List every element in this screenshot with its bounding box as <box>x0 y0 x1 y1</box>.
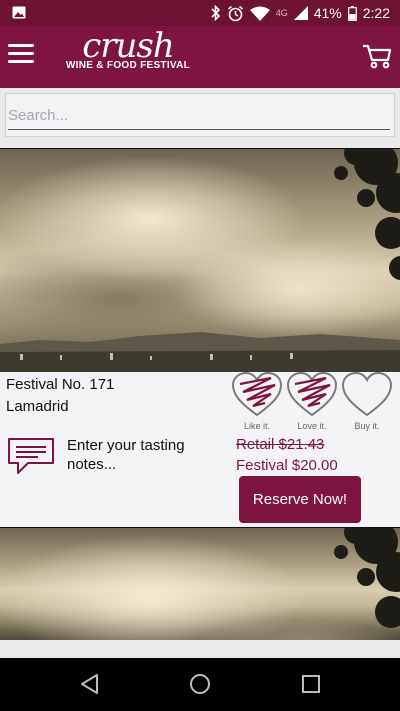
heart-icon <box>231 371 283 417</box>
logo: crush WINE & FOOD FESTIVAL <box>62 28 194 84</box>
cart-icon[interactable] <box>362 40 392 70</box>
back-icon[interactable] <box>78 672 102 696</box>
status-icons: 4G 41% 2:22 <box>211 4 390 22</box>
wifi-icon <box>249 6 270 21</box>
listing-photo <box>0 528 400 640</box>
search-bar <box>5 93 395 137</box>
buy-it-button[interactable]: Buy it. <box>341 371 393 431</box>
love-it-label: Love it. <box>297 421 327 431</box>
logo-script: crush <box>82 26 175 66</box>
tasting-notes-link[interactable]: Enter your tasting notes... <box>67 436 217 474</box>
listing-card: Festival No. 171 Lamadrid Like it. Love … <box>0 148 400 527</box>
recents-icon[interactable] <box>299 672 323 696</box>
bluetooth-icon <box>211 5 220 21</box>
festival-price: Festival $20.00 <box>236 457 338 474</box>
heart-icon <box>286 371 338 417</box>
logo-subtitle: WINE & FOOD FESTIVAL <box>65 60 191 71</box>
network-type: 4G <box>275 8 288 18</box>
love-it-button[interactable]: Love it. <box>286 371 338 431</box>
like-it-label: Like it. <box>243 421 270 431</box>
heart-icon <box>341 371 393 417</box>
home-icon[interactable] <box>188 672 212 696</box>
reserve-now-button[interactable]: Reserve Now! <box>239 476 361 523</box>
menu-icon[interactable] <box>8 44 34 66</box>
listing-winery: Lamadrid <box>6 398 69 415</box>
listing-photo <box>0 149 400 372</box>
listing-title: Festival No. 171 <box>6 376 115 393</box>
battery-percent: 41% <box>313 5 342 21</box>
alarm-icon <box>227 5 243 21</box>
image-icon <box>12 6 26 19</box>
listing-details: Festival No. 171 Lamadrid Like it. Love … <box>0 371 400 527</box>
status-bar: 4G 41% 2:22 <box>0 0 400 26</box>
app-header: crush WINE & FOOD FESTIVAL <box>0 26 400 88</box>
retail-price: Retail $21.43 <box>236 436 325 453</box>
signal-icon <box>293 6 308 20</box>
battery-icon <box>347 5 357 21</box>
like-it-button[interactable]: Like it. <box>231 371 283 431</box>
search-input[interactable] <box>8 102 390 130</box>
buy-it-label: Buy it. <box>354 421 380 431</box>
clock: 2:22 <box>362 5 390 21</box>
system-nav-bar <box>0 658 400 711</box>
notes-icon[interactable] <box>8 436 54 476</box>
listing-card <box>0 527 400 640</box>
